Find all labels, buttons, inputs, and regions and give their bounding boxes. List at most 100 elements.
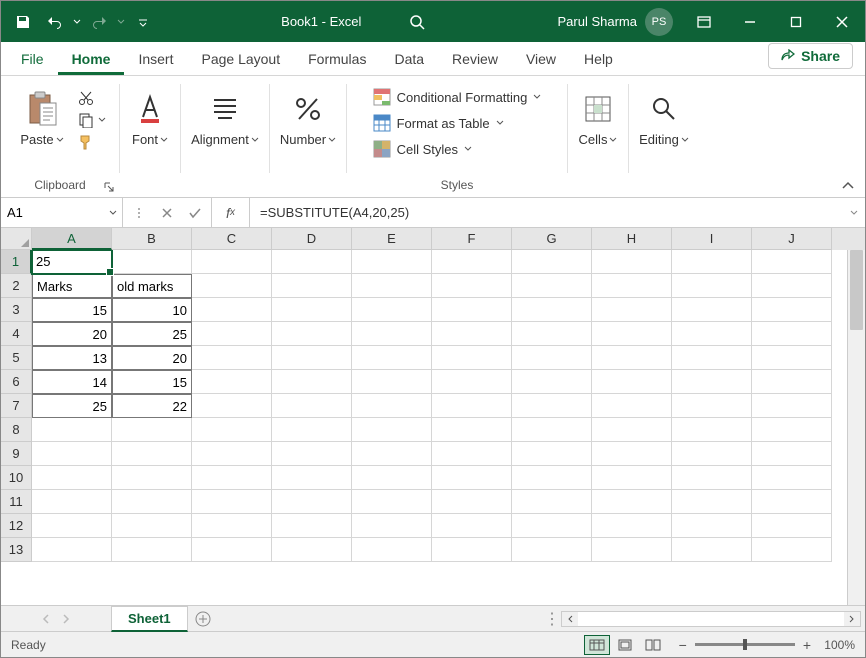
cell[interactable] [432,490,512,514]
cell[interactable] [112,250,192,274]
cell[interactable]: Marks [32,274,112,298]
conditional-formatting-button[interactable]: Conditional Formatting [373,88,542,106]
tab-file[interactable]: File [7,43,58,75]
cell[interactable] [192,346,272,370]
row-header[interactable]: 5 [1,346,32,370]
row-header[interactable]: 8 [1,418,32,442]
vertical-scrollbar[interactable] [847,250,865,605]
cell[interactable] [512,322,592,346]
cell[interactable] [192,418,272,442]
cell[interactable]: 25 [32,250,112,274]
cell[interactable] [752,490,832,514]
cell[interactable] [192,466,272,490]
cell[interactable] [192,370,272,394]
avatar[interactable]: PS [645,8,673,36]
cell[interactable] [512,442,592,466]
cell[interactable] [432,394,512,418]
cell[interactable] [512,538,592,562]
cell[interactable] [432,346,512,370]
cell[interactable] [592,250,672,274]
tab-review[interactable]: Review [438,43,512,75]
cell[interactable] [272,466,352,490]
cell[interactable] [512,346,592,370]
column-header[interactable]: F [432,228,512,250]
tab-formulas[interactable]: Formulas [294,43,380,75]
cell[interactable] [112,538,192,562]
cell[interactable] [432,250,512,274]
cell[interactable] [432,322,512,346]
cell[interactable] [752,514,832,538]
cell[interactable] [592,322,672,346]
cell[interactable] [752,370,832,394]
normal-view-button[interactable] [584,635,610,655]
cell[interactable] [352,250,432,274]
cell[interactable] [32,418,112,442]
row-header[interactable]: 3 [1,298,32,322]
cell[interactable] [512,250,592,274]
row-header[interactable]: 12 [1,514,32,538]
search-button[interactable] [401,8,433,36]
cell[interactable] [672,442,752,466]
row-header[interactable]: 2 [1,274,32,298]
column-header[interactable]: G [512,228,592,250]
cell[interactable] [512,370,592,394]
row-header[interactable]: 6 [1,370,32,394]
sheet-nav-next-icon[interactable] [62,614,70,624]
cell[interactable] [752,442,832,466]
cell[interactable] [192,274,272,298]
cell[interactable]: 10 [112,298,192,322]
row-header[interactable]: 1 [1,250,32,274]
cell[interactable] [272,442,352,466]
cell[interactable] [272,346,352,370]
cell[interactable] [352,394,432,418]
page-break-view-button[interactable] [640,635,666,655]
cell[interactable] [592,346,672,370]
tab-view[interactable]: View [512,43,570,75]
cell[interactable] [432,274,512,298]
cell[interactable] [192,442,272,466]
cell[interactable] [432,370,512,394]
cell[interactable] [672,490,752,514]
zoom-out-button[interactable]: − [679,637,687,653]
column-header[interactable]: A [32,228,112,250]
cell[interactable] [512,298,592,322]
column-header[interactable]: J [752,228,832,250]
cell[interactable] [272,394,352,418]
cell[interactable]: 20 [32,322,112,346]
cell[interactable] [352,538,432,562]
cell[interactable] [512,418,592,442]
cell[interactable] [592,538,672,562]
cell[interactable] [672,250,752,274]
cell[interactable]: 20 [112,346,192,370]
cell[interactable] [432,418,512,442]
tab-page-layout[interactable]: Page Layout [187,43,294,75]
cell[interactable]: 14 [32,370,112,394]
user-name[interactable]: Parul Sharma [558,14,637,29]
row-header[interactable]: 11 [1,490,32,514]
maximize-button[interactable] [773,1,819,42]
functions-dropdown-button[interactable] [127,201,151,225]
cell[interactable] [512,490,592,514]
cell[interactable] [672,538,752,562]
save-button[interactable] [9,8,37,36]
column-header[interactable]: I [672,228,752,250]
fx-button[interactable]: fx [212,198,250,227]
cell[interactable] [32,538,112,562]
cell[interactable] [192,538,272,562]
tab-split-handle[interactable]: ⋮ [543,609,561,629]
cell[interactable]: 13 [32,346,112,370]
cell[interactable] [192,394,272,418]
redo-button[interactable] [85,8,113,36]
cell[interactable] [592,298,672,322]
sheet-nav-prev-icon[interactable] [42,614,50,624]
cell[interactable] [752,298,832,322]
cell[interactable]: old marks [112,274,192,298]
ribbon-display-button[interactable] [681,1,727,42]
expand-formula-icon[interactable] [849,208,859,218]
qat-customize-button[interactable] [129,8,157,36]
cell[interactable] [32,442,112,466]
editing-group-button[interactable]: Editing [633,84,695,151]
cell[interactable] [592,466,672,490]
paste-button[interactable]: Paste [14,84,69,151]
number-group-button[interactable]: Number [274,84,342,151]
